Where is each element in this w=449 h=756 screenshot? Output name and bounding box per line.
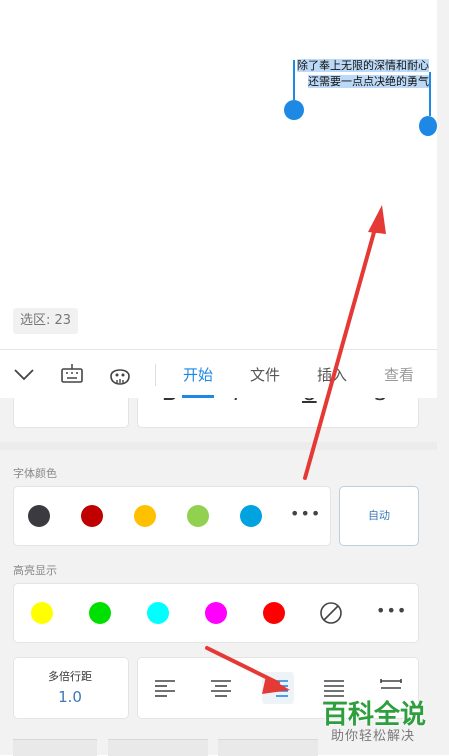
assistant-face-icon[interactable]	[108, 362, 132, 386]
next-row-card-3	[218, 739, 318, 756]
strikethrough-icon[interactable]: S	[374, 398, 387, 405]
tab-view[interactable]: 查看	[384, 364, 414, 385]
align-center-icon[interactable]	[210, 678, 232, 698]
highlight-label: 高亮显示	[13, 564, 57, 577]
keyboard-icon[interactable]	[60, 362, 84, 386]
selection-count-badge: 选区: 23	[13, 308, 79, 334]
bold-icon[interactable]: B	[162, 398, 177, 405]
selected-line-1: 除了奉上无限的深情和耐心	[297, 59, 429, 72]
selected-text[interactable]: 除了奉上无限的深情和耐心 还需要一点点决绝的勇气	[293, 58, 429, 90]
line-spacing-card[interactable]: 多倍行距 1.0	[13, 657, 129, 719]
align-left-icon[interactable]	[154, 678, 176, 698]
selection-end-handle[interactable]	[419, 116, 437, 136]
line-spacing-value: 1.0	[58, 688, 82, 706]
font-color-more-button[interactable]: •••	[290, 504, 321, 523]
scroll-edge	[437, 0, 449, 755]
highlight-swatch-2[interactable]	[89, 602, 111, 624]
underline-icon[interactable]: U	[302, 398, 317, 405]
next-row-card-2	[108, 739, 208, 756]
text-style-card: B I U S	[137, 398, 419, 428]
chevron-down-icon[interactable]	[12, 362, 36, 386]
toolbar-divider	[155, 364, 156, 386]
watermark-subtitle: 助你轻松解决	[331, 729, 416, 744]
selection-start-handle[interactable]	[284, 100, 304, 120]
selected-line-2: 还需要一点点决绝的勇气	[308, 75, 429, 88]
no-highlight-icon[interactable]	[319, 601, 343, 625]
highlight-swatch-4[interactable]	[205, 602, 227, 624]
section-divider	[0, 442, 437, 450]
font-size-card[interactable]	[13, 398, 129, 428]
highlight-swatch-3[interactable]	[147, 602, 169, 624]
next-row-card-1	[13, 739, 97, 756]
italic-icon[interactable]: I	[234, 398, 240, 405]
font-color-swatch-2[interactable]	[81, 505, 103, 527]
font-color-card: •••	[13, 486, 331, 546]
align-right-icon[interactable]	[262, 672, 294, 704]
selection-end-handle-line	[429, 72, 431, 116]
highlight-swatch-5[interactable]	[263, 602, 285, 624]
font-color-swatch-1[interactable]	[28, 505, 50, 527]
tab-insert[interactable]: 插入	[317, 364, 347, 385]
highlight-more-button[interactable]: •••	[376, 601, 407, 620]
highlight-swatch-1[interactable]	[31, 602, 53, 624]
font-color-label: 字体颜色	[13, 467, 57, 480]
tab-start[interactable]: 开始	[183, 364, 213, 385]
document-canvas[interactable]: 除了奉上无限的深情和耐心 还需要一点点决绝的勇气 选区: 23	[0, 0, 437, 349]
font-color-swatch-5[interactable]	[240, 505, 262, 527]
font-color-swatch-4[interactable]	[187, 505, 209, 527]
auto-color-button[interactable]: 自动	[339, 486, 419, 546]
line-spacing-label: 多倍行距	[48, 670, 92, 683]
highlight-card: •••	[13, 583, 419, 643]
font-color-swatch-3[interactable]	[134, 505, 156, 527]
tab-file[interactable]: 文件	[250, 364, 280, 385]
selection-start-handle-line	[293, 60, 295, 100]
ribbon-toolbar: 开始 文件 插入 查看	[0, 349, 437, 399]
